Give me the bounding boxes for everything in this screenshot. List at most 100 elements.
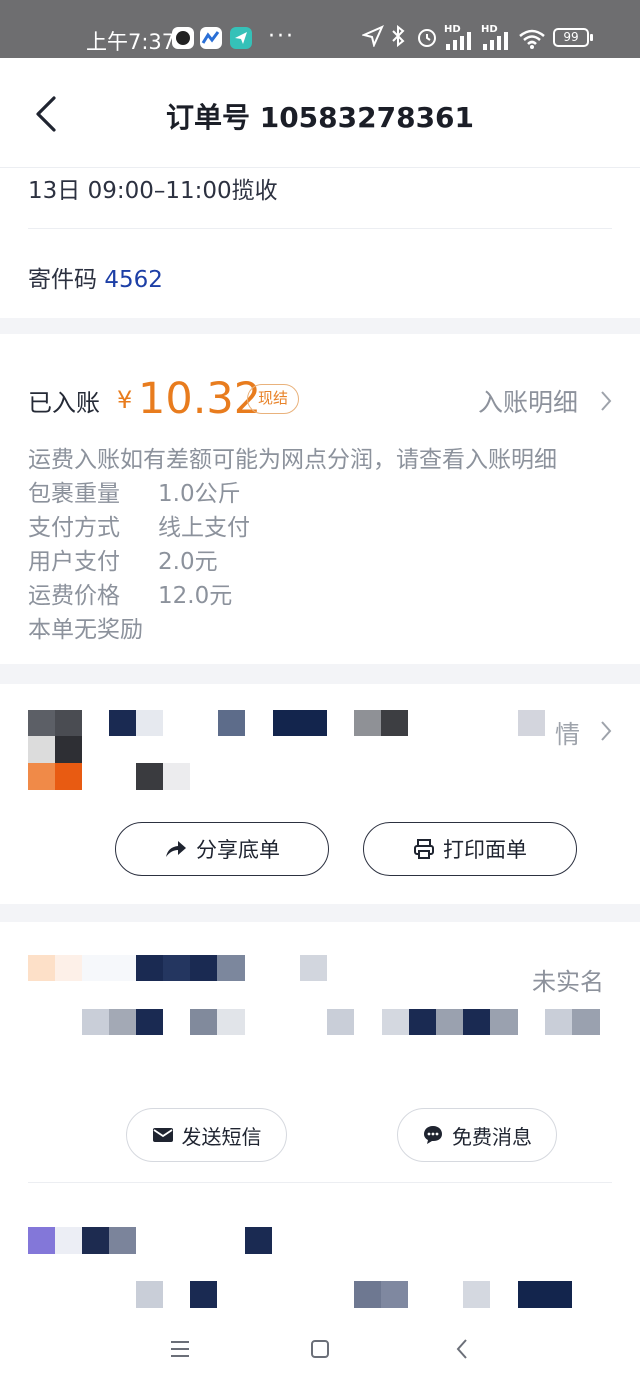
section-divider (0, 904, 640, 922)
pixelated-text (217, 955, 245, 981)
signal-icon (483, 32, 508, 50)
location-arrow-icon (362, 25, 384, 47)
free-message-label: 免费消息 (452, 1124, 532, 1149)
share-receipt-button[interactable]: 分享底单 (115, 822, 329, 876)
package-detail-link[interactable]: 情 (555, 715, 580, 751)
system-nav-bar (0, 1310, 640, 1387)
account-notice: 运费入账如有差额可能为网点分润，请查看入账明细 (28, 447, 557, 473)
chevron-right-icon[interactable] (600, 390, 612, 412)
share-arrow-icon (166, 841, 186, 857)
alarm-icon (418, 29, 436, 47)
info-row-payment-method: 支付方式 线上支付 (28, 508, 250, 542)
chevron-right-icon[interactable] (600, 720, 612, 742)
send-sms-button[interactable]: 发送短信 (126, 1108, 287, 1162)
pixelated-text (218, 710, 245, 736)
pixelated-text (136, 1281, 163, 1308)
reward-text: 本单无奖励 (28, 617, 143, 643)
status-bar: 上午7:37 ··· HD HD 99 (0, 0, 640, 58)
info-row-user-payment: 用户支付 2.0元 (28, 542, 218, 576)
send-code-value: 4562 (104, 267, 163, 293)
battery-icon: 99 (553, 28, 593, 47)
pixelated-text (300, 955, 327, 981)
pixelated-text (463, 1281, 490, 1308)
pixelated-text (190, 955, 217, 981)
header-divider (0, 167, 640, 168)
circle-app-icon (172, 27, 194, 49)
info-value: 2.0元 (158, 549, 218, 575)
nav-bar: 订单号 10583278361 (0, 58, 640, 168)
pixelated-text (327, 1009, 354, 1035)
pixelated-text (545, 1009, 572, 1035)
more-notifications: ··· (268, 24, 295, 49)
pixelated-avatar (28, 1227, 55, 1254)
info-value: 1.0公斤 (158, 481, 241, 507)
pixelated-text (381, 1281, 408, 1308)
account-status-label: 已入账 (28, 389, 100, 417)
signal-icon (446, 32, 471, 50)
send-code-label: 寄件码 (28, 267, 97, 293)
pixelated-text (381, 710, 408, 736)
pixelated-text (82, 1009, 109, 1035)
pixelated-text (273, 710, 327, 736)
pixelated-text (109, 1009, 136, 1035)
pixelated-avatar (28, 955, 55, 981)
chat-bubble-icon (424, 1126, 442, 1144)
pixelated-text (163, 955, 190, 981)
account-detail-link[interactable]: 入账明细 (478, 383, 578, 419)
pixelated-avatar (55, 955, 82, 981)
section-divider (0, 318, 640, 334)
share-receipt-label: 分享底单 (196, 838, 280, 862)
pixelated-text (109, 1227, 136, 1254)
print-label-label: 打印面单 (443, 838, 527, 862)
envelope-icon (152, 1128, 173, 1142)
home-square-icon[interactable] (310, 1339, 330, 1359)
pixelated-text (518, 710, 545, 736)
pixelated-text (354, 710, 381, 736)
pixelated-text (409, 1009, 436, 1035)
pixelated-text (572, 1009, 600, 1035)
pixelated-text (190, 1281, 217, 1308)
info-row-weight: 包裹重量 1.0公斤 (28, 474, 241, 508)
page-title: 订单号 10583278361 (165, 101, 475, 134)
info-value: 12.0元 (158, 583, 233, 609)
bluetooth-icon (392, 25, 405, 47)
pixelated-image (28, 710, 82, 790)
wifi-icon (519, 29, 545, 49)
chart-app-icon (200, 27, 222, 49)
verification-status: 未实名 (532, 968, 604, 996)
pixelated-text (490, 1009, 518, 1035)
divider (28, 228, 612, 229)
pixelated-text (109, 710, 136, 736)
pixelated-text (436, 1009, 463, 1035)
info-label: 支付方式 (28, 515, 120, 541)
info-label: 包裹重量 (28, 481, 120, 507)
system-back-icon[interactable] (455, 1338, 469, 1360)
pixelated-text (82, 955, 136, 981)
pixelated-text (136, 1009, 163, 1035)
printer-icon (414, 839, 434, 859)
print-label-button[interactable]: 打印面单 (363, 822, 577, 876)
status-time: 上午7:37 (86, 30, 176, 54)
account-amount: 10.32 (138, 374, 262, 424)
pixelated-text (136, 763, 163, 790)
free-message-button[interactable]: 免费消息 (397, 1108, 557, 1162)
pixelated-text (82, 1227, 109, 1254)
section-divider (0, 664, 640, 684)
pixelated-text (217, 1009, 245, 1035)
pixelated-text (136, 955, 163, 981)
info-label: 运费价格 (28, 583, 120, 609)
pixelated-avatar (55, 1227, 82, 1254)
pixelated-text (136, 710, 163, 736)
pixelated-text (518, 1281, 572, 1308)
pixelated-text (190, 1009, 217, 1035)
settlement-badge: 现结 (247, 384, 299, 414)
pixelated-text (463, 1009, 490, 1035)
pixelated-text (245, 1227, 272, 1254)
info-row-freight-price: 运费价格 12.0元 (28, 576, 232, 610)
send-code-row: 寄件码 4562 (28, 260, 163, 294)
send-sms-label: 发送短信 (181, 1124, 262, 1149)
info-label: 用户支付 (28, 549, 120, 575)
menu-icon[interactable] (170, 1340, 190, 1358)
pickup-time: 13日 09:00–11:00揽收 (28, 178, 278, 204)
currency-symbol: ¥ (117, 386, 133, 414)
